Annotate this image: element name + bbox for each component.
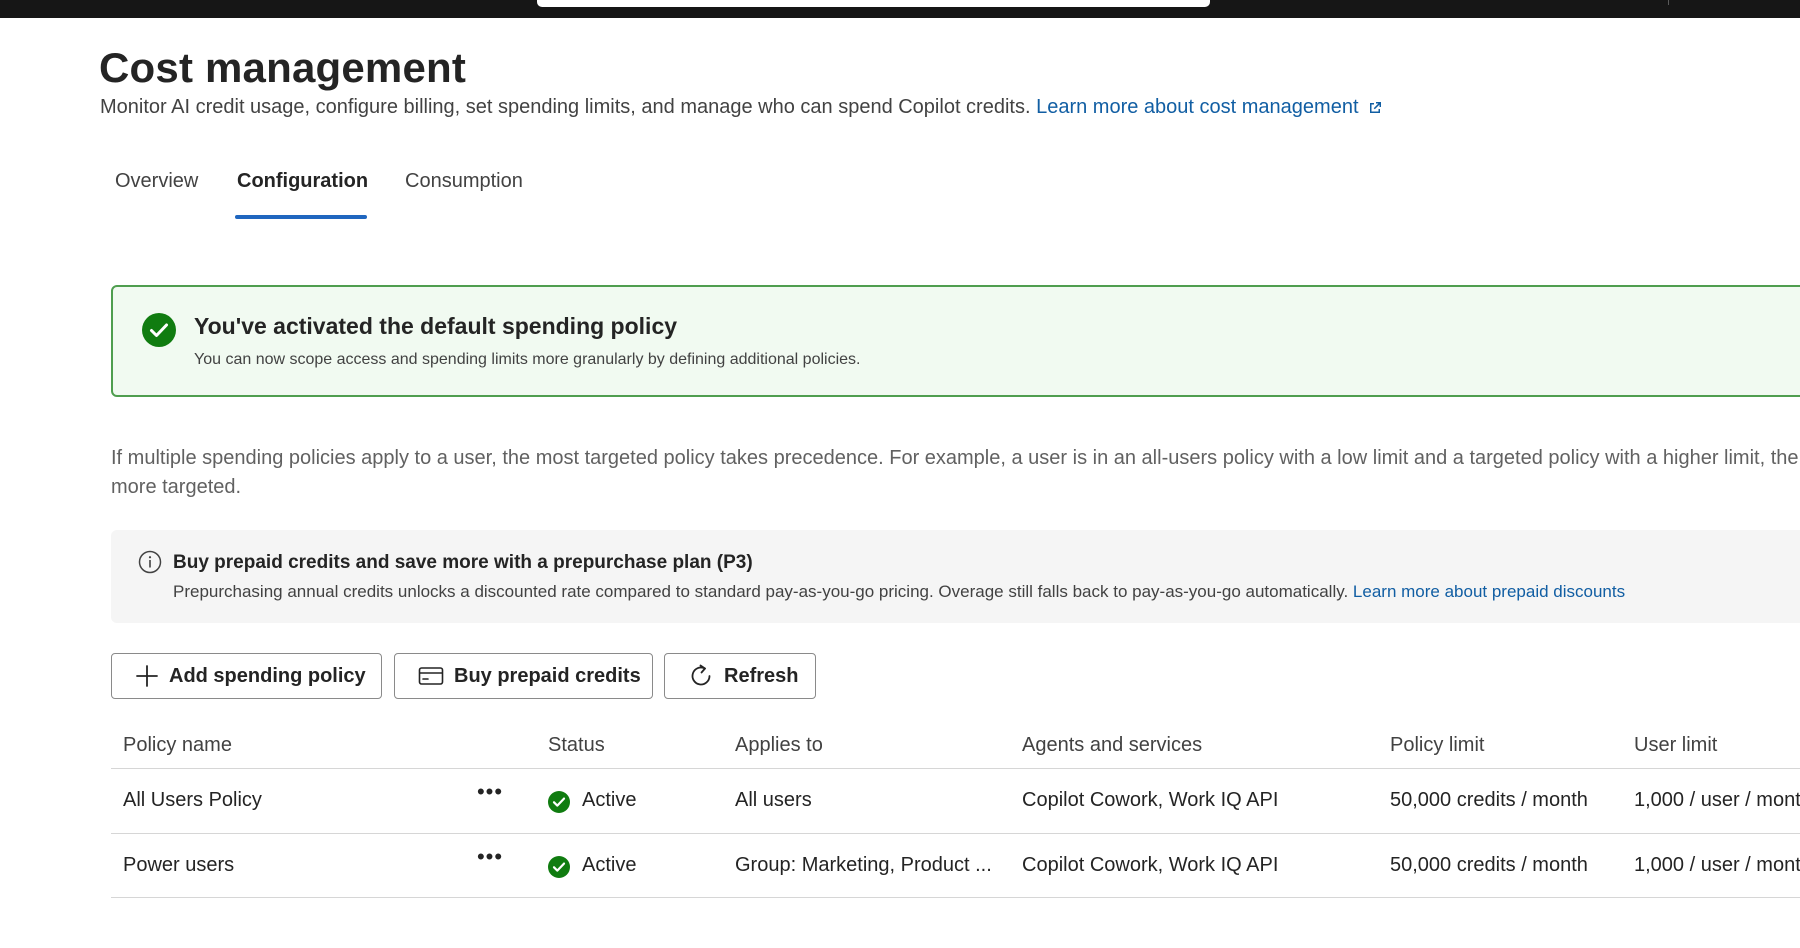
buy-prepaid-credits-label: Buy prepaid credits bbox=[454, 664, 641, 687]
column-header-policy-name[interactable]: Policy name bbox=[123, 734, 232, 757]
user-limit-cell: 1,000 / user / month bbox=[1634, 854, 1800, 876]
prepaid-banner-title: Buy prepaid credits and save more with a… bbox=[173, 552, 753, 573]
buy-prepaid-credits-button[interactable]: Buy prepaid credits bbox=[394, 653, 653, 699]
tab-configuration[interactable]: Configuration bbox=[237, 170, 368, 193]
topbar-divider bbox=[1668, 0, 1669, 5]
column-header-agents-services[interactable]: Agents and services bbox=[1022, 734, 1202, 757]
tab-consumption[interactable]: Consumption bbox=[405, 170, 523, 193]
status-cell: Active bbox=[582, 854, 637, 876]
add-spending-policy-label: Add spending policy bbox=[169, 664, 366, 687]
external-link-icon bbox=[1369, 102, 1381, 113]
prepaid-banner: Buy prepaid credits and save more with a… bbox=[111, 530, 1800, 623]
learn-more-cost-link[interactable]: Learn more about cost management bbox=[1036, 96, 1382, 118]
column-header-applies-to[interactable]: Applies to bbox=[735, 734, 823, 757]
status-cell: Active bbox=[582, 789, 637, 811]
refresh-button[interactable]: Refresh bbox=[664, 653, 816, 699]
success-title: You've activated the default spending po… bbox=[194, 313, 678, 339]
more-icon[interactable]: ••• bbox=[476, 781, 504, 809]
info-icon bbox=[138, 550, 162, 574]
checkmark-circle-icon bbox=[548, 856, 570, 878]
policy-limit-cell: 50,000 credits / month bbox=[1390, 789, 1588, 811]
table-row[interactable]: Power users ••• Active Group: Marketing,… bbox=[111, 833, 1800, 898]
learn-more-cost-label: Learn more about cost management bbox=[1036, 96, 1359, 118]
policy-name-cell: Power users bbox=[123, 854, 235, 876]
checkmark-circle-icon bbox=[548, 791, 570, 813]
page-title: Cost management bbox=[99, 44, 467, 91]
applies-to-cell: All users bbox=[735, 789, 812, 811]
success-banner: You've activated the default spending po… bbox=[111, 285, 1800, 397]
credit-card-icon bbox=[418, 667, 444, 685]
refresh-icon bbox=[691, 664, 711, 686]
agents-cell: Copilot Cowork, Work IQ API bbox=[1022, 854, 1279, 876]
success-subtitle: You can now scope access and spending li… bbox=[194, 351, 861, 368]
agents-cell: Copilot Cowork, Work IQ API bbox=[1022, 789, 1279, 811]
policy-limit-cell: 50,000 credits / month bbox=[1390, 854, 1588, 876]
description-text: Monitor AI credit usage, configure billi… bbox=[100, 96, 1031, 118]
column-header-status[interactable]: Status bbox=[548, 734, 605, 757]
plus-icon bbox=[136, 665, 158, 687]
user-limit-cell: 1,000 / user / month bbox=[1634, 789, 1800, 811]
add-spending-policy-button[interactable]: Add spending policy bbox=[111, 653, 382, 699]
page-description: Monitor AI credit usage, configure billi… bbox=[100, 96, 1383, 119]
table-row[interactable]: All Users Policy ••• Active All users Co… bbox=[111, 768, 1800, 833]
more-icon[interactable]: ••• bbox=[476, 846, 504, 874]
tab-overview[interactable]: Overview bbox=[115, 170, 198, 193]
policy-name-cell: All Users Policy bbox=[123, 789, 262, 811]
learn-more-prepaid-link[interactable]: Learn more about prepaid discounts bbox=[1353, 582, 1625, 601]
column-header-policy-limit[interactable]: Policy limit bbox=[1390, 734, 1484, 757]
active-tab-indicator bbox=[235, 215, 367, 219]
applies-to-cell: Group: Marketing, Product ... bbox=[735, 854, 992, 876]
checkmark-circle-icon bbox=[142, 313, 176, 347]
column-header-user-limit[interactable]: User limit bbox=[1634, 734, 1717, 757]
refresh-label: Refresh bbox=[724, 664, 799, 687]
prepaid-banner-body: Prepurchasing annual credits unlocks a d… bbox=[173, 582, 1349, 601]
top-bar bbox=[0, 0, 1800, 18]
precedence-info-text: If multiple spending policies apply to a… bbox=[111, 447, 1799, 498]
prepaid-banner-text: Prepurchasing annual credits unlocks a d… bbox=[173, 582, 1625, 602]
search-box[interactable] bbox=[537, 0, 1210, 7]
